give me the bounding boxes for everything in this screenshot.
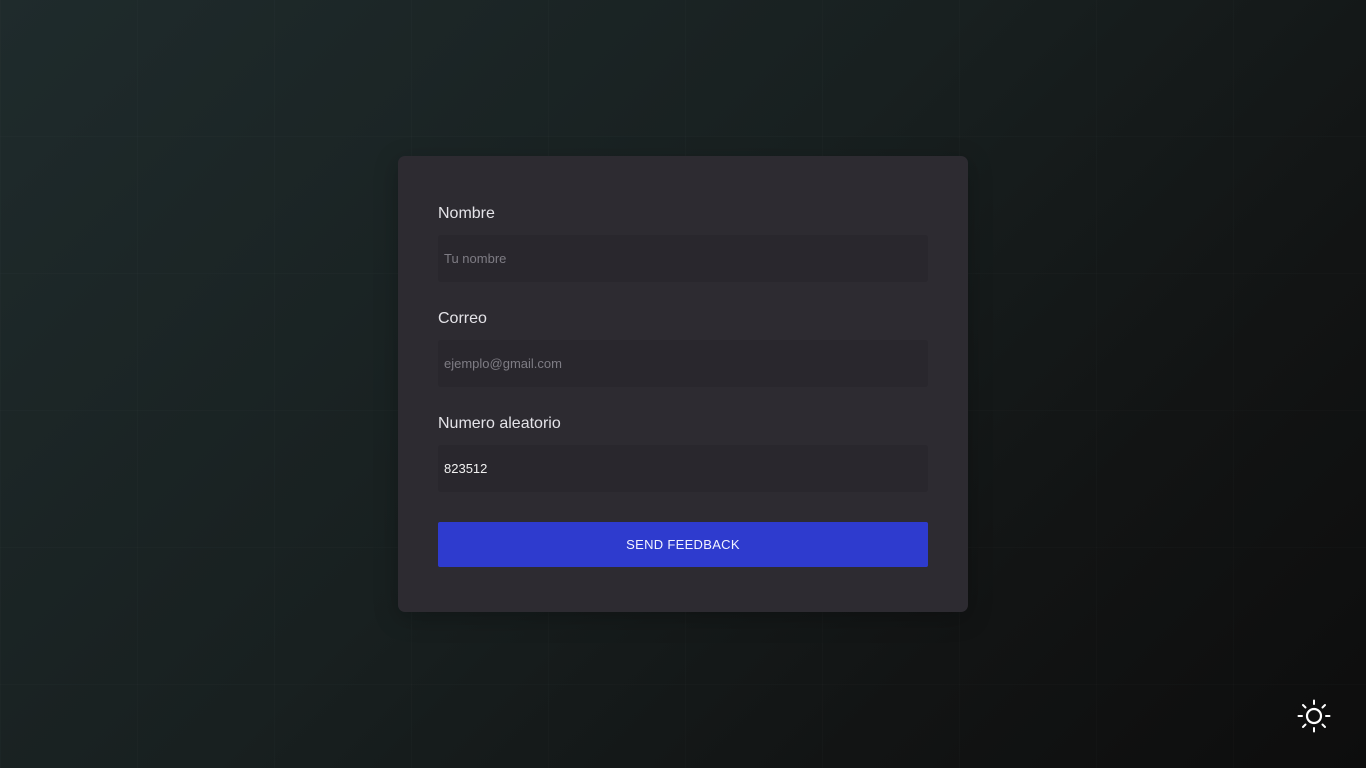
email-field-group: Correo <box>438 309 928 387</box>
name-label: Nombre <box>438 205 495 222</box>
send-feedback-button[interactable]: SEND FEEDBACK <box>438 522 928 567</box>
email-input[interactable] <box>438 340 928 387</box>
feedback-form: Nombre Correo Numero aleatorio SEND FEED… <box>398 156 968 612</box>
random-number-label: Numero aleatorio <box>438 415 561 432</box>
name-field-group: Nombre <box>438 204 928 282</box>
theme-toggle-button[interactable] <box>1296 698 1332 734</box>
email-label: Correo <box>438 310 487 327</box>
random-number-input[interactable] <box>438 445 928 492</box>
name-input[interactable] <box>438 235 928 282</box>
sun-icon <box>1296 698 1332 734</box>
random-number-field-group: Numero aleatorio <box>438 414 928 492</box>
